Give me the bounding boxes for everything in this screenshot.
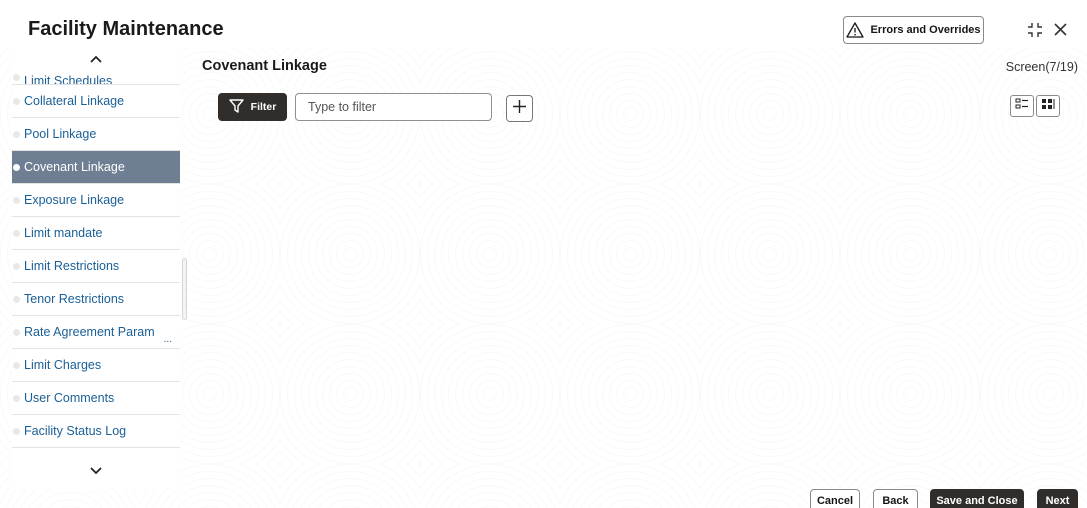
list-view-icon (1015, 97, 1029, 115)
status-dot (13, 130, 20, 138)
sidebar-item-facility-status-log[interactable]: Facility Status Log (12, 415, 180, 448)
status-dot (13, 295, 20, 303)
chevron-down-icon (90, 462, 102, 480)
sidebar-item-label: Limit mandate (24, 226, 103, 240)
status-dot (13, 427, 20, 435)
page-title: Facility Maintenance (28, 18, 224, 40)
close-icon[interactable] (1053, 22, 1068, 42)
sidebar-item-limit-charges[interactable]: Limit Charges (12, 349, 180, 382)
sidebar-item-covenant-linkage[interactable]: Covenant Linkage (12, 151, 180, 184)
sidebar-item-label: User Comments (24, 391, 115, 405)
section-title: Covenant Linkage (202, 58, 327, 74)
chevron-up-icon (90, 50, 102, 68)
sidebar-item-exposure-linkage[interactable]: Exposure Linkage (12, 184, 180, 217)
warning-triangle-icon (846, 22, 865, 38)
cancel-button[interactable]: Cancel (810, 489, 860, 508)
errors-and-overrides-label: Errors and Overrides (870, 24, 981, 36)
truncation-ellipsis: ... (163, 334, 172, 345)
grid-view-button[interactable] (1036, 95, 1060, 117)
sidebar-item-label: Limit Restrictions (24, 259, 120, 273)
plus-icon (512, 99, 527, 119)
filter-button[interactable]: Filter (218, 93, 287, 121)
sidebar-item-tenor-restrictions[interactable]: Tenor Restrictions (12, 283, 180, 316)
sidebar-item-limit-restrictions[interactable]: Limit Restrictions (12, 250, 180, 283)
status-dot (13, 361, 20, 369)
filter-input[interactable] (295, 93, 492, 121)
errors-and-overrides-button[interactable]: Errors and Overrides (843, 16, 984, 44)
sidebar-list: Limit Schedules Collateral Linkage Pool … (12, 70, 180, 448)
sidebar-item-rate-agreement-param[interactable]: Rate Agreement Param ... (12, 316, 180, 349)
sidebar-item-label: Limit Charges (24, 358, 102, 372)
status-dot (13, 229, 20, 237)
page-header: Facility Maintenance Errors and Override… (0, 0, 1087, 48)
sidebar-item-label: Collateral Linkage (24, 94, 125, 108)
grid-view-icon (1041, 97, 1055, 115)
filter-label: Filter (250, 101, 277, 113)
sidebar-item-user-comments[interactable]: User Comments (12, 382, 180, 415)
list-view-button[interactable] (1010, 95, 1034, 117)
sidebar-item-label: Pool Linkage (24, 127, 97, 141)
status-dot (13, 328, 20, 336)
save-and-close-button[interactable]: Save and Close (930, 489, 1024, 508)
sidebar-nav: Limit Schedules Collateral Linkage Pool … (12, 48, 180, 490)
sidebar-item-label: Rate Agreement Param (24, 325, 155, 339)
sidebar-item-limit-schedules[interactable]: Limit Schedules (12, 70, 180, 85)
status-dot (13, 262, 20, 270)
status-dot (13, 196, 20, 204)
sidebar-item-label: Exposure Linkage (24, 193, 125, 207)
status-dot (13, 97, 20, 105)
sidebar-item-label: Tenor Restrictions (24, 292, 125, 306)
sidebar-scroll-down[interactable] (12, 460, 180, 482)
status-dot (13, 163, 20, 171)
sidebar-item-label: Covenant Linkage (24, 160, 125, 174)
collapse-icon[interactable] (1027, 22, 1043, 43)
filter-funnel-icon (228, 98, 244, 116)
sidebar-item-collateral-linkage[interactable]: Collateral Linkage (12, 85, 180, 118)
status-dot (13, 73, 20, 81)
status-dot (13, 394, 20, 402)
sidebar-item-limit-mandate[interactable]: Limit mandate (12, 217, 180, 250)
add-button[interactable] (506, 95, 533, 122)
sidebar-item-label: Limit Schedules (24, 74, 113, 85)
sidebar-item-label: Facility Status Log (24, 424, 127, 438)
screen-counter: Screen(7/19) (1005, 60, 1078, 74)
sidebar-item-pool-linkage[interactable]: Pool Linkage (12, 118, 180, 151)
back-button[interactable]: Back (873, 489, 918, 508)
sidebar-resize-handle[interactable] (182, 258, 187, 320)
sidebar-scroll-up[interactable] (12, 48, 180, 70)
next-button[interactable]: Next (1037, 489, 1078, 508)
